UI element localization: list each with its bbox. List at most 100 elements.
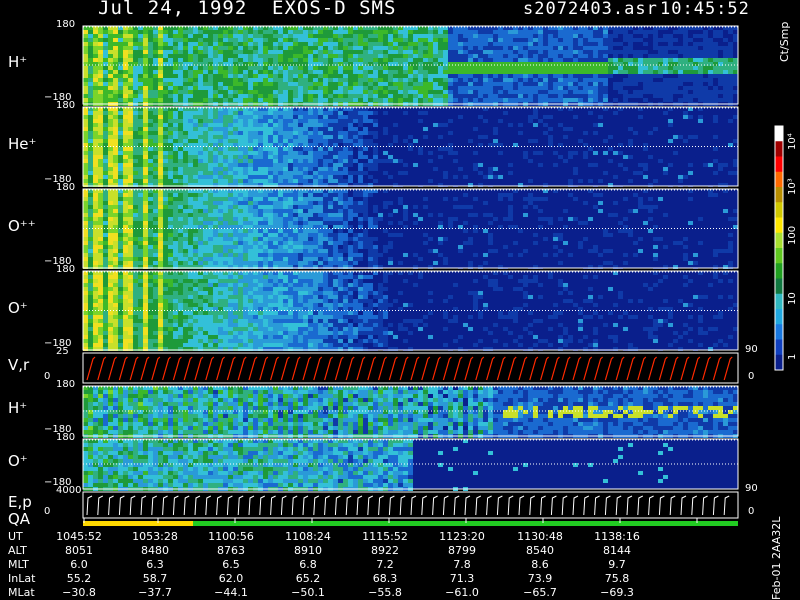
heatmap-cell [593,123,598,127]
heatmap-cell [373,147,378,151]
heatmap-cell [228,261,233,265]
heatmap-cell [108,205,113,209]
heatmap-cell [733,54,738,58]
heatmap-cell [128,151,133,155]
heatmap-cell [158,229,163,233]
heatmap-cell [498,151,503,155]
heatmap-cell [333,155,338,159]
heatmap-cell [98,163,103,167]
heatmap-cell [668,66,673,70]
heatmap-cell [553,86,558,90]
heatmap-cell [143,261,148,265]
heatmap-cell [138,86,143,90]
heatmap-cell [678,30,683,34]
heatmap-cell [173,197,178,201]
heatmap-cell [468,147,473,151]
heatmap-cell [133,229,138,233]
heatmap-cell [353,131,358,135]
heatmap-cell [83,82,88,86]
heatmap-cell [103,261,108,265]
heatmap-cell [368,58,373,62]
heatmap-cell [678,74,683,78]
heatmap-cell [183,159,188,163]
heatmap-cell [368,115,373,119]
heatmap-cell [463,163,468,167]
heatmap-cell [513,42,518,46]
heatmap-cell [98,127,103,131]
heatmap-cell [218,205,223,209]
heatmap-cell [213,261,218,265]
heatmap-cell [168,135,173,139]
heatmap-cell [108,46,113,50]
heatmap-cell [233,135,238,139]
heatmap-cell [488,86,493,90]
heatmap-cell [298,147,303,151]
heatmap-cell [633,90,638,94]
heatmap-cell [408,78,413,82]
heatmap-cell [413,86,418,90]
heatmap-cell [688,135,693,139]
heatmap-cell [303,54,308,58]
heatmap-cell [138,123,143,127]
heatmap-cell [358,171,363,175]
heatmap-cell [233,217,238,221]
heatmap-cell [593,90,598,94]
heatmap-cell [158,123,163,127]
heatmap-cell [433,38,438,42]
heatmap-cell [683,127,688,131]
heatmap-cell [688,155,693,159]
heatmap-cell [103,245,108,249]
heatmap-cell [608,127,613,131]
heatmap-cell [588,98,593,102]
heatmap-cell [553,54,558,58]
heatmap-cell [718,70,723,74]
heatmap-cell [98,135,103,139]
heatmap-cell [268,82,273,86]
heatmap-cell [733,50,738,54]
heatmap-cell [108,237,113,241]
heatmap-cell [168,193,173,197]
heatmap-cell [493,50,498,54]
heatmap-cell [418,74,423,78]
heatmap-cell [278,135,283,139]
heatmap-cell [578,50,583,54]
heatmap-cell [543,58,548,62]
heatmap-cell [298,111,303,115]
heatmap-cell [298,155,303,159]
heatmap-cell [558,42,563,46]
heatmap-cell [393,123,398,127]
heatmap-cell [248,94,253,98]
heatmap-cell [653,70,658,74]
heatmap-cell [418,151,423,155]
heatmap-cell [483,175,488,179]
heatmap-cell [178,209,183,213]
heatmap-cell [308,90,313,94]
heatmap-cell [163,119,168,123]
heatmap-cell [633,111,638,115]
heatmap-cell [303,34,308,38]
heatmap-cell [333,70,338,74]
heatmap-cell [558,155,563,159]
heatmap-cell [88,221,93,225]
heatmap-cell [338,42,343,46]
heatmap-cell [108,163,113,167]
heatmap-cell [108,197,113,201]
heatmap-cell [313,42,318,46]
heatmap-cell [238,74,243,78]
heatmap-cell [428,50,433,54]
heatmap-cell [368,90,373,94]
heatmap-cell [588,66,593,70]
heatmap-cell [723,163,728,167]
heatmap-cell [93,74,98,78]
heatmap-cell [233,58,238,62]
heatmap-cell [363,171,368,175]
heatmap-cell [733,30,738,34]
heatmap-cell [318,34,323,38]
heatmap-cell [613,34,618,38]
heatmap-cell [133,171,138,175]
heatmap-cell [138,139,143,143]
heatmap-cell [113,159,118,163]
heatmap-cell [138,159,143,163]
heatmap-cell [113,135,118,139]
heatmap-cell [183,241,188,245]
